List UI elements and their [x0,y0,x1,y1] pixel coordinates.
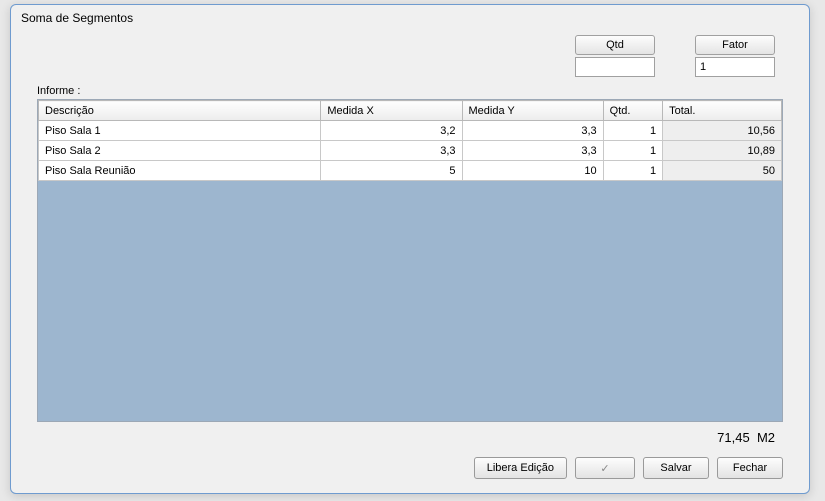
cell-qtd[interactable]: 1 [603,121,662,141]
cell-total: 10,56 [663,121,782,141]
informe-label: Informe : [37,85,783,97]
qtd-input[interactable] [575,57,655,77]
col-medida-y[interactable]: Medida Y [462,101,603,121]
segments-grid[interactable]: Descrição Medida X Medida Y Qtd. Total. … [37,99,783,422]
cell-descricao[interactable]: Piso Sala 2 [39,141,321,161]
soma-segmentos-dialog: Soma de Segmentos Qtd Fator Informe : De… [10,4,810,494]
col-qtd[interactable]: Qtd. [603,101,662,121]
col-descricao[interactable]: Descrição [39,101,321,121]
col-total[interactable]: Total. [663,101,782,121]
cell-qtd[interactable]: 1 [603,161,662,181]
cell-total: 10,89 [663,141,782,161]
cell-medida-y[interactable]: 3,3 [462,141,603,161]
qtd-header-button[interactable]: Qtd [575,35,655,55]
fator-header-button[interactable]: Fator [695,35,775,55]
cell-medida-y[interactable]: 3,3 [462,121,603,141]
cell-medida-y[interactable]: 10 [462,161,603,181]
cell-medida-x[interactable]: 3,3 [321,141,462,161]
cell-qtd[interactable]: 1 [603,141,662,161]
dialog-title: Soma de Segmentos [11,5,809,29]
cell-descricao[interactable]: Piso Sala 1 [39,121,321,141]
check-icon: ✓ [600,462,609,475]
cell-medida-x[interactable]: 3,2 [321,121,462,141]
footer-sum-value: 71,45 [717,430,750,445]
fator-input[interactable] [695,57,775,77]
cell-descricao[interactable]: Piso Sala Reunião [39,161,321,181]
table-row[interactable]: Piso Sala 23,33,3110,89 [39,141,782,161]
fechar-button[interactable]: Fechar [717,457,783,479]
libera-edicao-button[interactable]: Libera Edição [474,457,567,479]
table-row[interactable]: Piso Sala Reunião510150 [39,161,782,181]
confirm-button[interactable]: ✓ [575,457,635,479]
footer-total: 71,45 M2 [37,422,783,451]
salvar-button[interactable]: Salvar [643,457,709,479]
table-row[interactable]: Piso Sala 13,23,3110,56 [39,121,782,141]
cell-total: 50 [663,161,782,181]
col-medida-x[interactable]: Medida X [321,101,462,121]
footer-sum-unit: M2 [757,430,775,445]
cell-medida-x[interactable]: 5 [321,161,462,181]
